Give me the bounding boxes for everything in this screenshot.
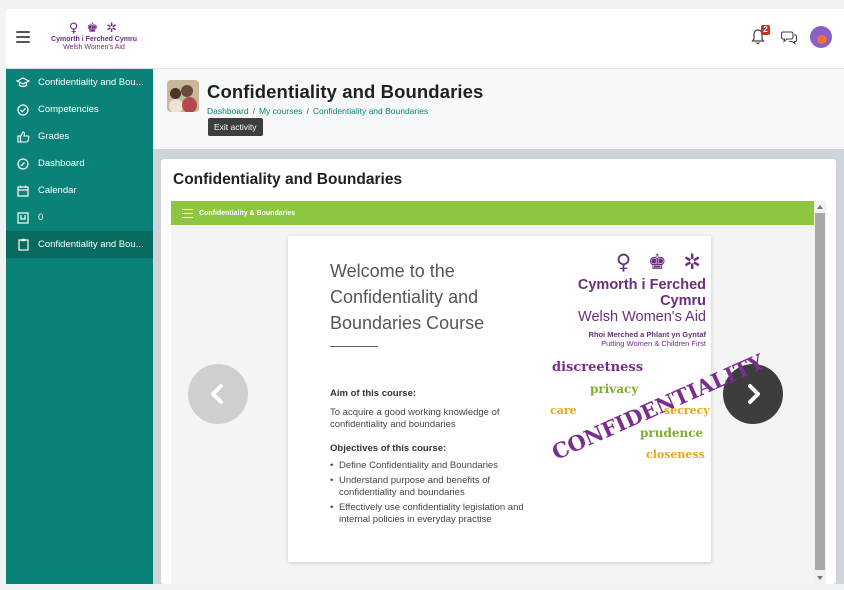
breadcrumb-separator: / [252, 106, 255, 116]
scroll-up-arrow-icon[interactable] [817, 205, 823, 209]
gauge-icon [16, 157, 30, 171]
chevron-right-icon [748, 384, 760, 404]
logo-symbols-icon: ♀ ♚ ✲ [615, 250, 706, 274]
brand-name-cy: Cymorth i Ferched Cymru [51, 36, 137, 43]
aim-heading: Aim of this course: [330, 388, 417, 399]
top-navbar: ♀ ♚ ✲ Cymorth i Ferched Cymru Welsh Wome… [6, 9, 844, 69]
word-privacy: privacy [590, 382, 639, 396]
aim-text: To acquire a good working knowledge of c… [330, 407, 500, 430]
main-region: Confidentiality and Boundaries Confident… [153, 159, 844, 584]
player-scrollbar[interactable] [814, 201, 826, 584]
notification-count-badge: 2 [761, 25, 770, 35]
slide-content: Welcome to the Confidentiality and Bound… [288, 236, 768, 562]
exit-activity-button[interactable]: Exit activity [208, 118, 263, 136]
player-title: Confidentiality & Boundaries [199, 209, 296, 217]
sidebar-item-label: 0 [38, 212, 44, 223]
sidebar-item-dashboard[interactable]: Dashboard [6, 150, 153, 177]
word-care: care [550, 404, 577, 417]
breadcrumb-my-courses[interactable]: My courses [259, 106, 302, 116]
sidebar-item-label: Confidentiality and Bou... [38, 239, 144, 250]
sidebar-item-label: Competencies [38, 104, 99, 115]
sidebar-item-zero[interactable]: 0 [6, 204, 153, 231]
site-logo[interactable]: ♀ ♚ ✲ Cymorth i Ferched Cymru Welsh Wome… [34, 22, 154, 58]
list-item: Effectively use confidentiality legislat… [330, 502, 540, 526]
sidebar-item-competencies[interactable]: Competencies [6, 96, 153, 123]
sidebar-item-label: Grades [38, 131, 70, 142]
messages-button[interactable] [780, 28, 798, 46]
confidentiality-word-cloud: discreetness privacy care secrecy CONFID… [548, 349, 768, 468]
brand-name-en: Welsh Women's Aid [63, 44, 125, 51]
app-window: ♀ ♚ ✲ Cymorth i Ferched Cymru Welsh Wome… [6, 9, 844, 584]
word-prudence: prudence [640, 426, 704, 440]
box-icon [16, 211, 30, 225]
breadcrumb-separator: / [306, 106, 309, 116]
player-menu-icon[interactable] [182, 208, 193, 218]
notifications-button[interactable]: 2 [750, 25, 770, 46]
logo-name-cy: Cymorth i Ferched Cymru [577, 277, 706, 309]
thumbs-up-icon [16, 130, 30, 144]
breadcrumb-course[interactable]: Confidentiality and Boundaries [313, 106, 428, 116]
breadcrumb: Dashboard / My courses / Confidentiality… [207, 106, 428, 116]
scroll-thumb[interactable] [815, 213, 825, 570]
scorm-player: Confidentiality & Boundaries Welcome to … [171, 201, 826, 584]
header-divider [153, 149, 844, 159]
objectives-heading: Objectives of this course: [330, 443, 447, 454]
sidebar-item-label: Calendar [38, 185, 77, 196]
logo-tagline-cy: Rhoi Merched a Phlant yn Gyntaf [588, 330, 706, 339]
sidebar-item-activity[interactable]: Confidentiality and Bou... [6, 231, 153, 258]
brand-symbols-icon: ♀ ♚ ✲ [68, 21, 120, 36]
objectives-list: Define Confidentiality and Boundaries Un… [330, 460, 540, 529]
check-circle-icon [16, 103, 30, 117]
word-discreetness: discreetness [552, 360, 644, 375]
scroll-down-arrow-icon[interactable] [817, 576, 823, 580]
logo-tagline-en: Putting Women & Children First [601, 339, 706, 348]
menu-toggle-icon[interactable] [16, 31, 30, 43]
sidebar-item-label: Confidentiality and Bou... [38, 77, 144, 88]
course-image [167, 80, 199, 112]
course-index-sidebar: Confidentiality and Bou... Competencies … [6, 69, 153, 584]
word-closeness: closeness [646, 448, 705, 461]
player-toolbar: Confidentiality & Boundaries [171, 201, 814, 225]
divider [330, 346, 378, 347]
calendar-icon [16, 184, 30, 198]
wwa-logo: ♀ ♚ ✲ Cymorth i Ferched Cymru Welsh Wome… [534, 250, 706, 348]
user-avatar[interactable] [810, 26, 832, 48]
chevron-left-icon [211, 384, 223, 404]
sidebar-item-label: Dashboard [38, 158, 85, 169]
list-item: Understand purpose and benefits of confi… [330, 475, 540, 499]
list-item: Define Confidentiality and Boundaries [330, 460, 540, 472]
sidebar-item-course[interactable]: Confidentiality and Bou... [6, 69, 153, 96]
previous-slide-button[interactable] [188, 364, 248, 424]
activity-card: Confidentiality and Boundaries Confident… [161, 159, 836, 584]
clipboard-icon [16, 238, 30, 252]
sidebar-item-calendar[interactable]: Calendar [6, 177, 153, 204]
logo-name-en: Welsh Women's Aid [578, 309, 706, 325]
activity-title: Confidentiality and Boundaries [173, 171, 403, 188]
slide-welcome-heading: Welcome to the Confidentiality and Bound… [330, 261, 485, 333]
page-title: Confidentiality and Boundaries [207, 81, 484, 102]
sidebar-item-grades[interactable]: Grades [6, 123, 153, 150]
user-tools: 2 [750, 25, 832, 48]
page-header: Confidentiality and Boundaries Dashboard… [153, 69, 844, 149]
chat-bubbles-icon [780, 31, 798, 45]
breadcrumb-dashboard[interactable]: Dashboard [207, 106, 249, 116]
graduation-cap-icon [16, 76, 30, 90]
